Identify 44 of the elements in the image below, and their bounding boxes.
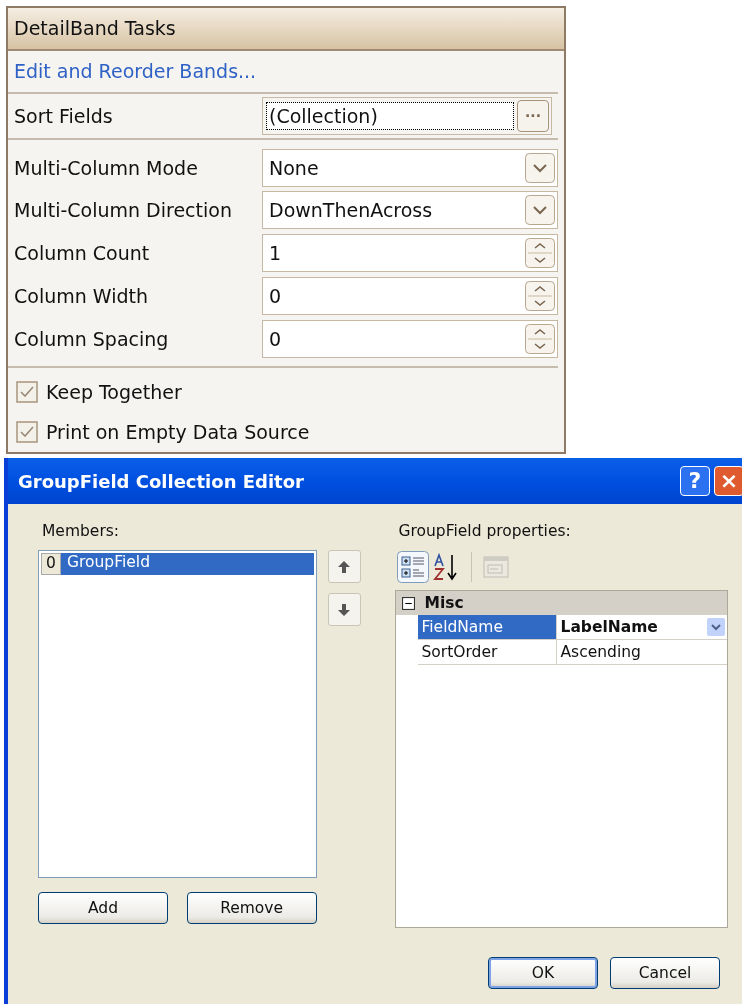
field-label: Multi-Column Mode: [14, 156, 199, 179]
list-button[interactable]: Add: [38, 892, 168, 924]
number-field[interactable]: 1: [262, 234, 558, 273]
property-name[interactable]: SortOrder: [417, 640, 557, 664]
checkbox[interactable]: [16, 381, 38, 404]
arrow-down-icon: [337, 602, 352, 617]
field-label: Sort Fields: [14, 104, 114, 127]
members-label: Members:: [42, 522, 121, 542]
list-item[interactable]: GroupField: [61, 553, 314, 575]
move-down-button[interactable]: [327, 593, 361, 626]
window-title: GroupField Collection Editor: [18, 470, 304, 492]
field-label: Column Count: [14, 242, 151, 265]
move-up-button[interactable]: [327, 550, 361, 583]
field-label: Column Spacing: [14, 327, 170, 350]
field-label: Multi-Column Direction: [14, 199, 233, 222]
spinner-icon[interactable]: [525, 280, 555, 311]
field-label: Column Width: [14, 284, 149, 307]
number-field[interactable]: 0: [262, 319, 558, 358]
close-button[interactable]: ×: [714, 466, 742, 496]
dropdown-field[interactable]: DownThenAcross: [262, 191, 558, 230]
dialog-button[interactable]: Cancel: [610, 957, 720, 989]
property-value: LabelName: [560, 618, 658, 636]
number-field[interactable]: 0: [262, 276, 558, 315]
help-button[interactable]: ?: [680, 466, 710, 496]
properties-label: GroupField properties:: [398, 522, 572, 542]
arrow-up-icon: [337, 559, 352, 574]
property-name[interactable]: FieldName: [417, 615, 557, 639]
property-value: Ascending: [560, 643, 641, 661]
checkbox[interactable]: [16, 421, 38, 444]
dropdown-field[interactable]: None: [262, 148, 558, 187]
category-label: Misc: [424, 594, 464, 612]
checkbox-label: Print on Empty Data Source: [46, 421, 310, 444]
dialog-button[interactable]: OK: [488, 957, 598, 989]
index-label: 0: [41, 553, 61, 575]
collapse-icon[interactable]: [401, 596, 415, 610]
checkbox-label: Keep Together: [46, 381, 182, 404]
categorized-icon[interactable]: [396, 551, 429, 583]
list-button[interactable]: Remove: [186, 892, 317, 924]
collection-field[interactable]: (Collection) ···: [262, 96, 552, 135]
ellipsis-button[interactable]: ···: [517, 99, 549, 132]
edit-bands-link[interactable]: Edit and Reorder Bands...: [14, 60, 257, 83]
panel-title: DetailBand Tasks: [14, 17, 176, 40]
spinner-icon[interactable]: [525, 323, 555, 354]
spinner-icon[interactable]: [525, 238, 555, 269]
